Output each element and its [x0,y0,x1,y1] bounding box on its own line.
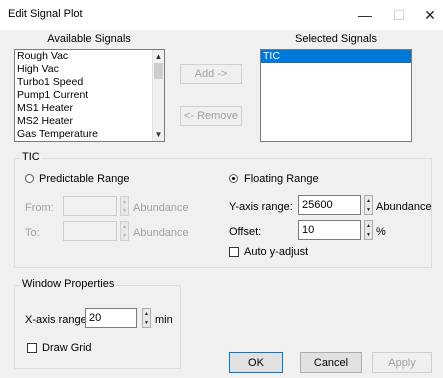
draw-grid-label: Draw Grid [42,342,92,354]
y-axis-range-label: Y-axis range: [229,201,293,213]
auto-adjust-checkbox[interactable] [229,247,239,257]
floating-range-label: Floating Range [244,173,319,185]
from-label: From: [25,202,54,214]
selected-signals-list[interactable]: TIC [260,49,412,142]
minimize-button[interactable]: — [347,0,383,30]
list-item[interactable]: High Vac [15,63,152,76]
spin-down-icon[interactable]: ▼ [121,206,128,215]
selected-signals-items: TIC [261,50,411,63]
offset-label: Offset: [229,226,262,238]
remove-button[interactable]: <- Remove [180,106,242,126]
apply-button[interactable]: Apply [372,352,432,373]
list-item[interactable]: MS1 Heater [15,102,152,115]
predictable-range-radio[interactable] [25,174,34,183]
offset-spinner[interactable]: ▲ ▼ [364,220,373,240]
available-signals-items: Rough Vac High Vac Turbo1 Speed Pump1 Curre… [15,50,152,141]
list-item[interactable]: TIC [261,50,411,63]
spin-up-icon[interactable]: ▲ [365,196,372,205]
x-axis-range-input[interactable] [85,308,137,328]
spin-down-icon[interactable]: ▼ [121,231,128,240]
available-signals-list[interactable]: Rough Vac High Vac Turbo1 Speed Pump1 Curre… [14,49,165,142]
to-label: To: [25,227,40,239]
available-scrollbar[interactable]: ▲ ▼ [152,50,164,141]
spin-down-icon[interactable]: ▼ [365,205,372,214]
selected-signals-label: Selected Signals [295,33,377,45]
window-properties-title: Window Properties [20,278,117,290]
add-button[interactable]: Add -> [180,64,242,84]
y-axis-range-input[interactable] [298,195,361,215]
list-item[interactable]: Turbo1 Speed [15,76,152,89]
from-spinner[interactable]: ▲ ▼ [120,196,129,216]
x-axis-spinner[interactable]: ▲ ▼ [142,308,151,328]
offset-input[interactable] [298,220,361,240]
spin-down-icon[interactable]: ▼ [143,318,150,327]
predictable-range-label: Predictable Range [39,173,130,185]
spin-up-icon[interactable]: ▲ [121,222,128,231]
list-item[interactable]: Pump1 Current [15,89,152,102]
from-unit: Abundance [133,202,189,214]
list-item[interactable]: Rough Vac [15,50,152,63]
spin-up-icon[interactable]: ▲ [143,309,150,318]
spin-up-icon[interactable]: ▲ [121,197,128,206]
to-field[interactable] [63,221,117,241]
minimize-icon: — [358,7,372,23]
auto-adjust-label: Auto y-adjust [244,246,309,258]
y-axis-spinner[interactable]: ▲ ▼ [364,195,373,215]
tic-group-title: TIC [20,151,42,163]
to-unit: Abundance [133,227,189,239]
cancel-button[interactable]: Cancel [300,352,362,373]
close-button[interactable]: ✕ [412,0,443,30]
scroll-down-icon[interactable]: ▼ [153,128,164,141]
scroll-thumb[interactable] [154,63,163,79]
x-axis-range-label: X-axis range: [25,314,90,326]
scroll-up-icon[interactable]: ▲ [153,50,164,63]
floating-range-radio[interactable] [229,174,238,183]
x-axis-unit: min [155,314,173,326]
offset-unit: % [376,226,386,238]
window-title: Edit Signal Plot [8,8,83,20]
draw-grid-checkbox[interactable] [27,343,37,353]
from-field[interactable] [63,196,117,216]
spin-down-icon[interactable]: ▼ [365,230,372,239]
close-icon: ✕ [424,6,436,23]
to-spinner[interactable]: ▲ ▼ [120,221,129,241]
ok-button[interactable]: OK [229,352,283,373]
available-signals-label: Available Signals [47,33,131,45]
spin-up-icon[interactable]: ▲ [365,221,372,230]
list-item[interactable]: MS2 Heater [15,115,152,128]
y-axis-unit: Abundance [376,201,432,213]
list-item[interactable]: Gas Temperature [15,128,152,141]
maximize-icon: ☐ [392,6,406,23]
